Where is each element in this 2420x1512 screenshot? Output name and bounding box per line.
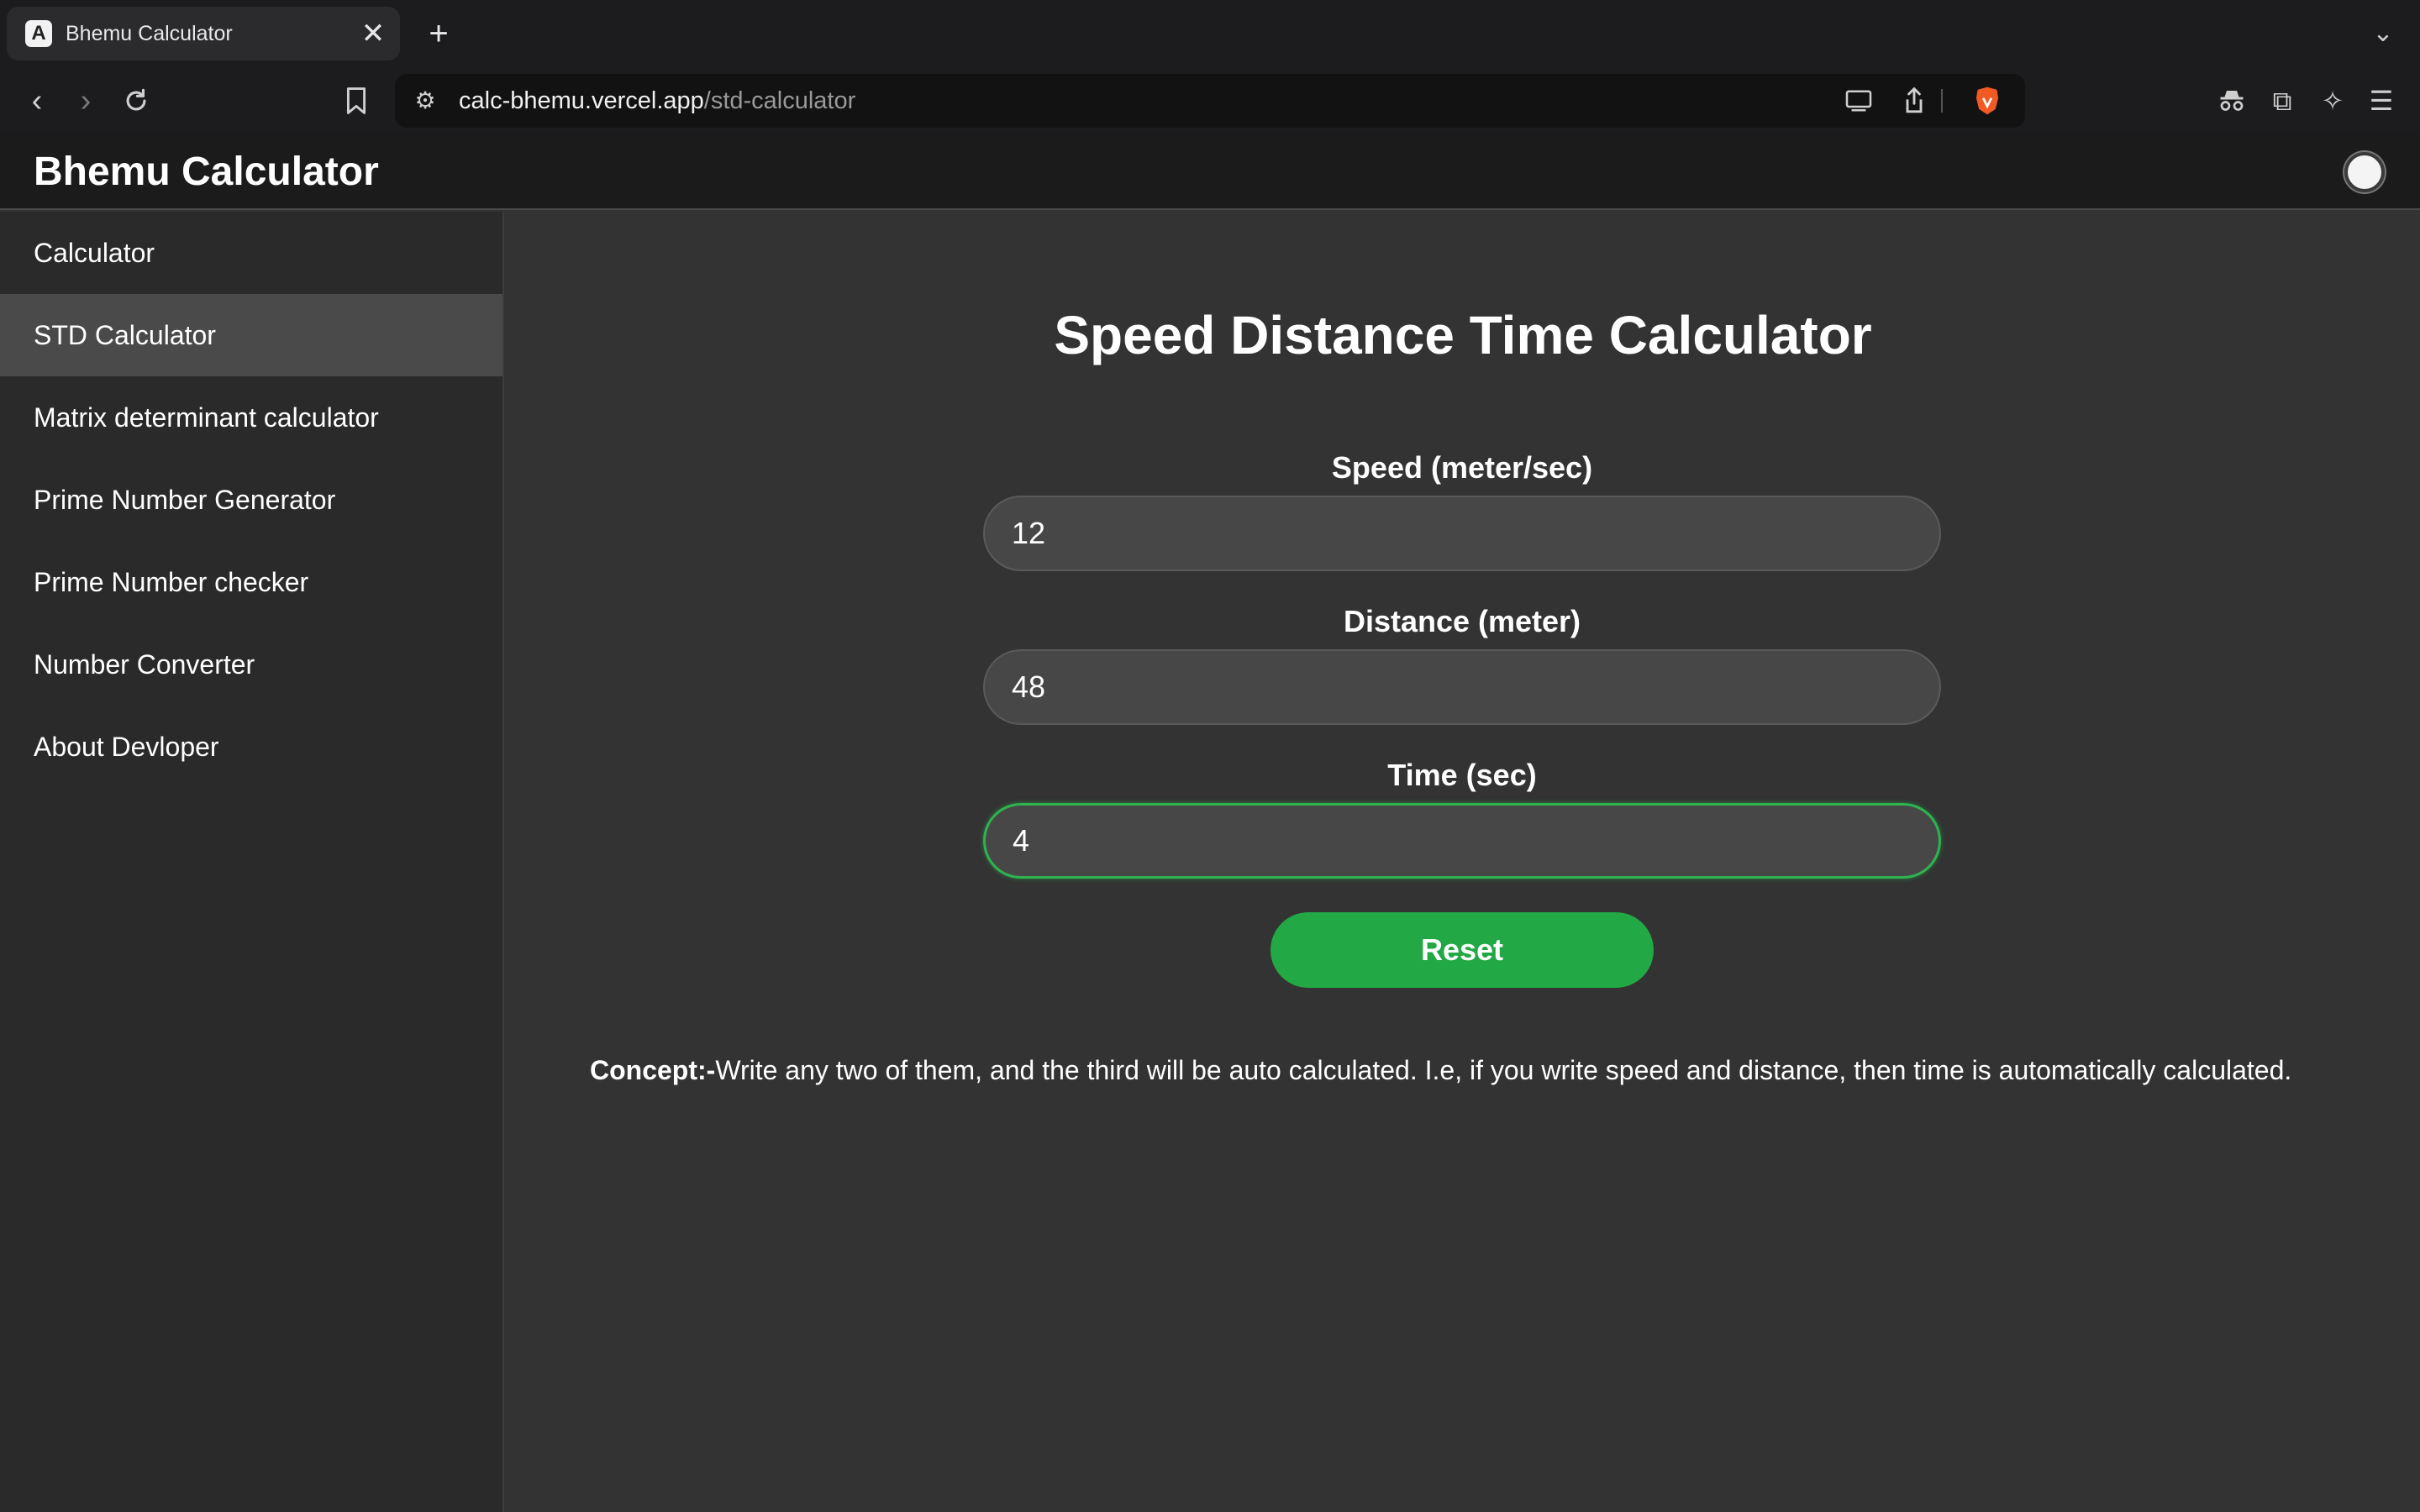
bookmark-icon[interactable]	[334, 79, 378, 123]
time-label: Time (sec)	[1387, 758, 1537, 792]
browser-tab-bar: A Bhemu Calculator ✕ + ⌄	[0, 0, 2420, 67]
forward-icon[interactable]: ›	[64, 79, 108, 123]
tab-title: Bhemu Calculator	[66, 22, 233, 45]
url-text[interactable]: calc-bhemu.vercel.app/std-calculator	[459, 74, 855, 128]
menu-icon[interactable]: ☰	[2360, 79, 2403, 123]
new-tab-button[interactable]: +	[417, 12, 460, 55]
site-settings-icon[interactable]: ⚙	[408, 84, 442, 118]
concept-prefix: Concept:-	[590, 1055, 716, 1085]
back-icon[interactable]: ‹	[15, 79, 59, 123]
site-favicon-icon: A	[25, 20, 52, 47]
app-title[interactable]: Bhemu Calculator	[34, 134, 379, 210]
incognito-extension-icon[interactable]	[2210, 79, 2254, 123]
address-bar[interactable]: ⚙ calc-bhemu.vercel.app/std-calculator	[395, 74, 2025, 128]
sidebar-item-matrix-determinant[interactable]: Matrix determinant calculator	[0, 376, 502, 459]
sidebar-item-number-converter[interactable]: Number Converter	[0, 623, 502, 706]
speed-label: Speed (meter/sec)	[1331, 450, 1593, 485]
reload-icon[interactable]	[114, 79, 158, 123]
concept-body: Write any two of them, and the third wil…	[715, 1055, 2292, 1085]
distance-label: Distance (meter)	[1343, 604, 1581, 638]
page-title: Speed Distance Time Calculator	[1054, 305, 1872, 365]
sidebar-nav: Calculator STD Calculator Matrix determi…	[0, 212, 504, 1512]
sidebar-item-prime-checker[interactable]: Prime Number checker	[0, 541, 502, 623]
browser-toolbar: ‹ › ⚙ calc-bhemu.vercel.app/std-calculat…	[0, 67, 2420, 134]
leo-ai-icon[interactable]: ✧	[2311, 79, 2354, 123]
sidebar-item-calculator[interactable]: Calculator	[0, 212, 502, 294]
sidebar-item-std-calculator[interactable]: STD Calculator	[0, 294, 502, 376]
app-header: Bhemu Calculator	[0, 134, 2420, 210]
theme-toggle-button[interactable]	[2344, 152, 2385, 192]
speed-input[interactable]	[983, 496, 1941, 571]
sidebar-item-about-developer[interactable]: About Devloper	[0, 706, 502, 788]
chevron-down-icon[interactable]: ⌄	[2363, 12, 2403, 55]
time-input[interactable]	[983, 803, 1941, 879]
concept-text: Concept:-Write any two of them, and the …	[590, 1055, 2405, 1086]
share-icon[interactable]	[1896, 84, 1933, 118]
close-tab-icon[interactable]: ✕	[356, 17, 390, 50]
brave-shields-icon[interactable]	[1973, 86, 2002, 116]
cast-icon[interactable]	[1840, 84, 1877, 118]
browser-tab[interactable]: A Bhemu Calculator ✕	[7, 7, 400, 60]
extensions-puzzle-icon[interactable]: ⧉	[2260, 79, 2304, 123]
sidebar-item-prime-generator[interactable]: Prime Number Generator	[0, 459, 502, 541]
reset-button[interactable]: Reset	[1270, 912, 1654, 988]
url-divider	[1941, 89, 1943, 113]
main-content: Speed Distance Time Calculator Speed (me…	[506, 212, 2420, 1512]
distance-input[interactable]	[983, 649, 1941, 725]
